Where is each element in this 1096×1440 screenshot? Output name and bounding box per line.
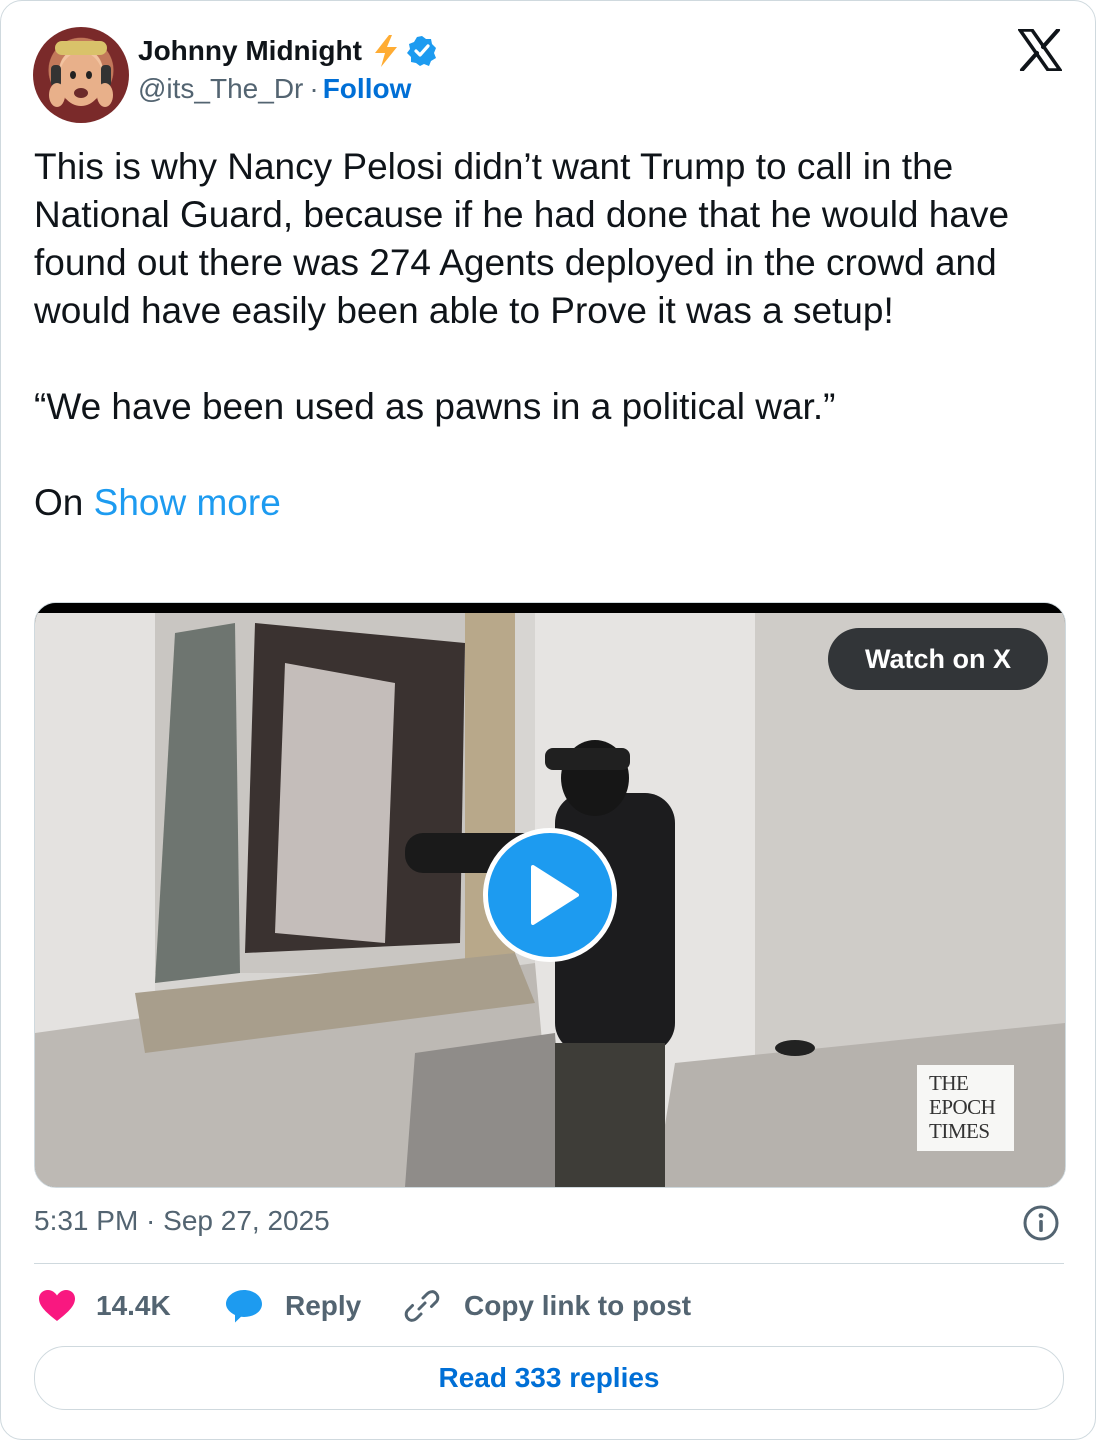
bolt-emoji-icon xyxy=(374,35,397,67)
copy-link-button[interactable]: Copy link to post xyxy=(403,1283,691,1329)
tweet-text: This is why Nancy Pelosi didn’t want Tru… xyxy=(34,143,1064,527)
watermark-line: EPOCH xyxy=(929,1095,996,1119)
tweet-card: Johnny Midnight @its_The_Dr · Follow Thi… xyxy=(0,0,1096,1440)
reply-label: Reply xyxy=(285,1290,362,1321)
action-bar: 14.4K Reply Copy link to post xyxy=(34,1283,1064,1329)
link-icon xyxy=(404,1290,440,1322)
epoch-times-watermark: THE EPOCH TIMES xyxy=(917,1065,1014,1151)
watermark-line: TIMES xyxy=(929,1119,990,1143)
like-button[interactable]: 14.4K xyxy=(38,1283,171,1329)
verified-badge-icon[interactable] xyxy=(406,35,438,67)
like-count: 14.4K xyxy=(96,1290,171,1321)
divider xyxy=(34,1263,1064,1264)
follow-button[interactable]: Follow xyxy=(323,73,412,105)
copy-link-label: Copy link to post xyxy=(464,1290,692,1321)
reply-bubble-icon xyxy=(226,1290,262,1323)
reply-button[interactable]: Reply xyxy=(225,1283,361,1329)
watch-on-x-button[interactable]: Watch on X xyxy=(828,628,1048,690)
play-button[interactable] xyxy=(483,828,617,962)
play-icon xyxy=(531,865,579,925)
show-more-link[interactable]: Show more xyxy=(94,482,281,523)
avatar[interactable] xyxy=(33,27,129,123)
handle-separator: · xyxy=(309,73,319,104)
post-timestamp[interactable]: 5:31 PM · Sep 27, 2025 xyxy=(34,1205,330,1237)
info-icon[interactable] xyxy=(1022,1204,1060,1242)
author-name[interactable]: Johnny Midnight xyxy=(138,35,362,67)
watermark-line: THE xyxy=(929,1071,969,1095)
video-player[interactable]: Watch on X THE EPOCH TIMES xyxy=(34,602,1066,1188)
author-name-row[interactable]: Johnny Midnight xyxy=(138,31,438,71)
author-handle[interactable]: @its_The_Dr xyxy=(138,73,303,105)
author-handle-row: @its_The_Dr · Follow xyxy=(138,73,411,105)
x-logo-icon[interactable] xyxy=(1018,29,1062,71)
heart-icon xyxy=(39,1290,75,1321)
read-replies-button[interactable]: Read 333 replies xyxy=(34,1346,1064,1410)
tweet-body: This is why Nancy Pelosi didn’t want Tru… xyxy=(34,146,1010,523)
